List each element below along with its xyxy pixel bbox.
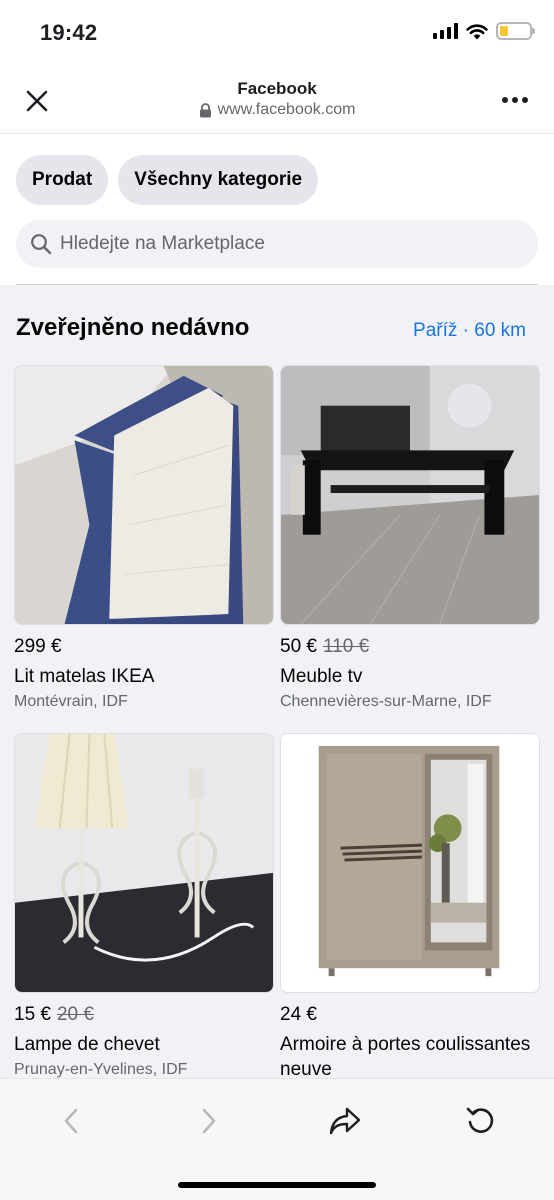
share-icon [329,1107,361,1135]
status-icons [433,22,535,40]
signal-icon [433,23,458,39]
listing-price: 15 €20 € [14,1004,94,1025]
page-title: Facebook [237,79,317,98]
listing-card[interactable]: 299 € Lit matelas IKEA Montévrain, IDF [14,365,274,711]
reload-button[interactable] [461,1101,501,1141]
section-title: Zveřejněno nedávno [16,314,250,341]
all-categories-chip[interactable]: Všechny kategorie [118,155,319,205]
battery-icon [496,22,535,40]
location-filter-link[interactable]: Paříž · 60 km [413,320,526,342]
listing-location: Montévrain, IDF [14,693,128,710]
url-text: www.facebook.com [217,101,356,118]
wardrobe-image [281,734,539,992]
listing-location: Prunay-en-Yvelines, IDF [14,1061,188,1078]
listing-old-price: 110 € [322,636,370,657]
status-bar: 19:42 [0,0,554,66]
sell-chip[interactable]: Prodat [16,155,109,205]
listing-photo [14,365,274,625]
listing-title: Lit matelas IKEA [14,666,155,687]
listing-price: 24 € [280,1004,317,1025]
lamps-image [15,734,273,992]
share-button[interactable] [325,1101,365,1141]
search-icon [31,234,52,255]
home-indicator [178,1182,376,1188]
category-chips: Prodat Všechny kategorie [16,155,319,205]
listing-photo [280,365,540,625]
lock-icon [199,102,211,117]
reload-icon [466,1107,494,1133]
search-input[interactable] [60,233,500,255]
forward-button[interactable] [189,1101,229,1141]
listing-location: Chennevières-sur-Marne, IDF [280,693,492,710]
url-display[interactable]: www.facebook.com [0,101,554,119]
listing-title: Lampe de chevet [14,1034,160,1055]
chevron-left-icon [64,1108,78,1134]
chevron-right-icon [202,1108,216,1134]
bed-image [15,366,273,624]
browser-header: Facebook www.facebook.com [0,66,554,134]
listing-price: 299 € [14,636,62,657]
listing-old-price: 20 € [56,1004,94,1025]
listing-card[interactable]: 50 €110 € Meuble tv Chennevières-sur-Mar… [280,365,540,711]
listing-photo [280,733,540,993]
tv-stand-image [281,366,539,624]
back-button[interactable] [51,1101,91,1141]
listing-card[interactable]: 15 €20 € Lampe de chevet Prunay-en-Yveli… [14,733,274,1079]
page-title-block: Facebook www.facebook.com [0,79,554,119]
listing-price: 50 €110 € [280,636,370,657]
listing-photo [14,733,274,993]
more-icon [502,97,508,103]
marketplace-search[interactable] [16,220,538,268]
browser-toolbar [0,1078,554,1200]
more-button[interactable] [498,88,532,112]
listing-title: Meuble tv [280,666,363,687]
listing-title: Armoire à portes coulissantes neuve [280,1034,531,1080]
status-time: 19:42 [40,20,98,45]
wifi-icon [466,23,488,39]
listing-card[interactable]: 24 € Armoire à portes coulissantes neuve [280,733,540,1082]
